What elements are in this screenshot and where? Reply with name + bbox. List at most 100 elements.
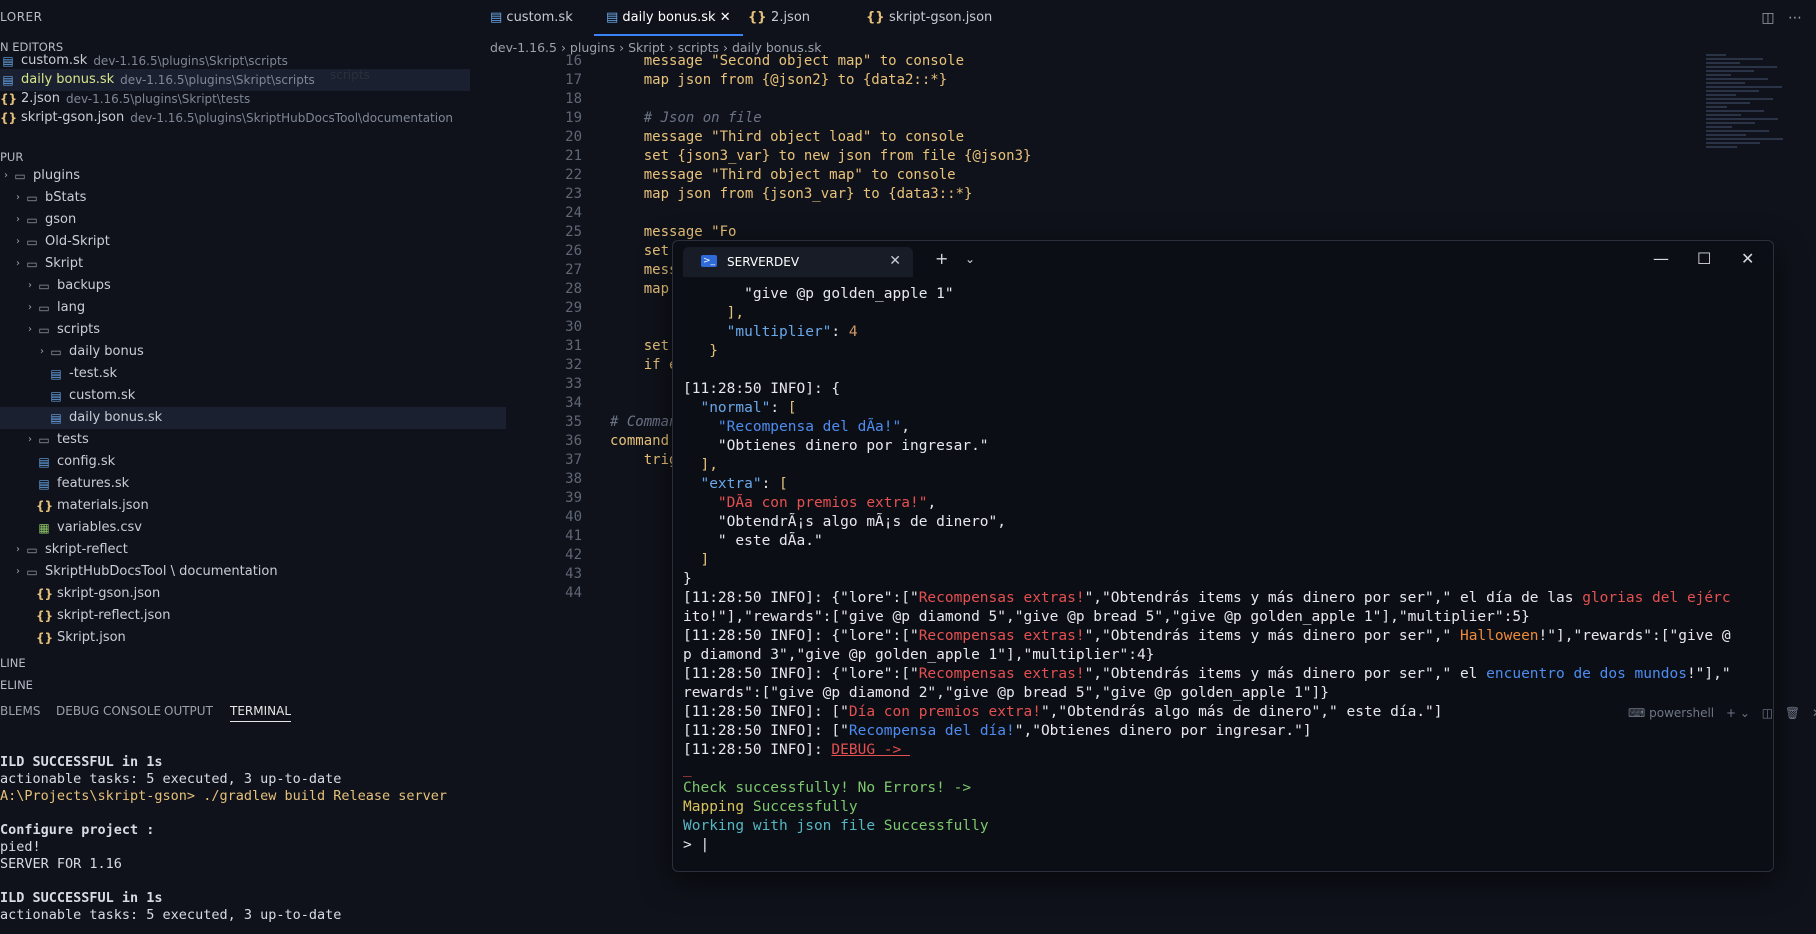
chevron-icon: › <box>16 214 20 225</box>
open-editor-name: skript-gson.json <box>21 110 125 125</box>
minimap-line <box>1706 62 1740 64</box>
terminal-text: p diamond 3","give @p golden_apple 1"],"… <box>683 647 1155 663</box>
folder-icon: ▭ <box>26 191 38 205</box>
new-tab-icon[interactable]: + <box>935 249 948 268</box>
tree-item[interactable]: {} skript-reflect.json <box>0 605 494 627</box>
minimap-line <box>1706 66 1777 68</box>
code-text: message "Third object map" to console <box>610 167 956 183</box>
tree-item[interactable]: ▦ variables.csv <box>0 517 494 539</box>
terminal-text: Successfully <box>883 818 989 834</box>
shell-label[interactable]: powershell <box>1649 706 1714 720</box>
terminal-text: Successfully <box>752 799 858 815</box>
terminal-text: [11:28:50 INFO]: {"lore":[" <box>683 628 919 644</box>
tree-item[interactable]: › ▭ scripts <box>0 319 494 341</box>
tab-terminal[interactable]: TERMINAL <box>230 704 292 722</box>
tab-problems[interactable]: BLEMS <box>0 704 40 718</box>
minimap-line <box>1706 102 1750 104</box>
tree-item[interactable]: ▤ custom.sk <box>0 385 506 407</box>
tree-item[interactable]: {} Skript.json <box>0 627 494 649</box>
tab-skript-gson-json[interactable]: {} skript-gson.json <box>866 10 992 25</box>
line-number: 29 <box>565 300 582 316</box>
terminal-text: " este dÃ­a." <box>683 533 823 549</box>
terminal-output[interactable]: "give @p golden_apple 1" ], "multiplier"… <box>683 285 1765 865</box>
tree-item[interactable]: ▤ features.sk <box>0 473 494 495</box>
line-number: 23 <box>565 186 582 202</box>
tab-daily-bonus-sk[interactable]: ▤ daily bonus.sk ✕ <box>594 10 743 36</box>
tree-item[interactable]: ▤ daily bonus.sk <box>0 407 506 429</box>
terminal-text: "Recompensa del dÃ­a!" <box>717 419 902 435</box>
tree-item[interactable]: › ▭ plugins <box>0 165 470 187</box>
minimap[interactable] <box>1706 52 1796 162</box>
tab-label: daily bonus.sk <box>622 10 716 25</box>
terminal-line: "give @p golden_apple 1" <box>683 285 1765 304</box>
file-icon: ▤ <box>50 411 62 425</box>
close-icon[interactable]: ✕ <box>889 253 901 269</box>
tree-item[interactable]: ▤ config.sk <box>0 451 494 473</box>
add-terminal-icon[interactable]: + ⌄ <box>1726 706 1750 720</box>
terminal-text: Recompensas extras! <box>918 628 1085 644</box>
tree-item[interactable]: › ▭ backups <box>0 275 494 297</box>
tab-debug-console[interactable]: DEBUG CONSOLE <box>56 704 161 718</box>
line-number: 17 <box>565 72 582 88</box>
tree-item[interactable]: › ▭ Skript <box>0 253 482 275</box>
terminal-line: "ObtendrÃ¡s algo mÃ¡s de dinero", <box>683 513 1765 532</box>
trash-icon[interactable]: 🗑 <box>1785 706 1800 720</box>
tree-item[interactable]: › ▭ skript-reflect <box>0 539 482 561</box>
explorer-sidebar: LORER N EDITORS ▤ custom.sk dev-1.16.5\plu… <box>0 0 506 934</box>
panel-term-line: ILD SUCCESSFUL in 1s <box>0 754 163 770</box>
tree-item[interactable]: › ▭ daily bonus <box>0 341 506 363</box>
terminal-text: ito!"],"rewards":["give @p diamond 5","g… <box>683 609 1530 625</box>
tab-2-json[interactable]: {} 2.json <box>748 10 810 25</box>
terminal-text: "extra" <box>700 476 762 492</box>
chevron-down-icon[interactable]: ⌄ <box>965 252 975 266</box>
line-number: 27 <box>565 262 582 278</box>
file-icon: ▤ <box>606 10 623 25</box>
minimap-line <box>1706 114 1741 116</box>
terminal-text: Working with json file <box>683 818 884 834</box>
timeline-header[interactable]: ELINE <box>0 674 33 696</box>
json-icon: {} <box>36 631 54 645</box>
tree-item[interactable]: › ▭ lang <box>0 297 494 319</box>
split-terminal-icon[interactable]: ◫ <box>1762 706 1773 720</box>
tree-item-label: gson <box>45 212 77 227</box>
folder-icon: ▭ <box>14 169 26 183</box>
integrated-terminal-output[interactable]: ILD SUCCESSFUL in 1s actionable tasks: 5 … <box>0 754 492 924</box>
split-editor-icon[interactable]: ◫ ⋯ <box>1761 10 1802 26</box>
minimize-icon[interactable]: — <box>1653 249 1669 268</box>
terminal-text: !"],"rewards":["give @ <box>1538 628 1731 644</box>
outline-header[interactable]: LINE <box>0 652 26 674</box>
tab-output[interactable]: OUTPUT <box>164 704 213 718</box>
terminal-text: ","Obtendrás items y más dinero por ser"… <box>1084 590 1583 606</box>
terminal-shell-icon: ⌨ <box>1628 706 1650 720</box>
terminal-text: : <box>831 324 849 340</box>
close-panel-icon[interactable]: ✕ <box>1812 706 1816 720</box>
tree-item[interactable]: › ▭ Old-Skript <box>0 231 482 253</box>
tree-item[interactable]: ▤ -test.sk <box>0 363 506 385</box>
tree-item-label: config.sk <box>57 454 116 469</box>
maximize-icon[interactable]: ☐ <box>1697 249 1711 268</box>
tree-item[interactable]: › ▭ tests <box>0 429 494 451</box>
open-editor-item[interactable]: {} skript-gson.json dev-1.16.5\plugins\Skr… <box>0 107 470 129</box>
file-icon: ▤ <box>38 455 50 469</box>
terminal-line: " este dÃ­a." <box>683 532 1765 551</box>
terminal-text: ], <box>700 457 718 473</box>
tab-custom-sk[interactable]: ▤ custom.sk <box>490 10 573 25</box>
minimap-line <box>1706 82 1745 84</box>
terminal-tab[interactable]: >_ SERVERDEV ✕ <box>683 247 913 277</box>
terminal-text: > | <box>683 837 710 853</box>
terminal-line: "Obtienes dinero por ingresar." <box>683 437 1765 456</box>
close-window-icon[interactable]: ✕ <box>1741 249 1754 268</box>
terminal-line: > | <box>683 836 1765 855</box>
code-line: 17 map json from {@json2} to {data2::*} <box>530 71 1630 90</box>
json-icon: {} <box>748 10 772 25</box>
tree-item[interactable]: {} materials.json <box>0 495 494 517</box>
tree-item[interactable]: › ▭ gson <box>0 209 482 231</box>
panel-controls: ⌨ powershell + ⌄ ◫ 🗑 ✕ <box>1628 706 1816 720</box>
code-text: map json from {@json2} to {data2::*} <box>610 72 948 88</box>
close-icon[interactable]: ✕ <box>720 10 731 25</box>
tree-item[interactable]: {} skript-gson.json <box>0 583 494 605</box>
tree-item[interactable]: › ▭ bStats <box>0 187 482 209</box>
tree-item[interactable]: › ▭ SkriptHubDocsTool \ documentation <box>0 561 482 583</box>
